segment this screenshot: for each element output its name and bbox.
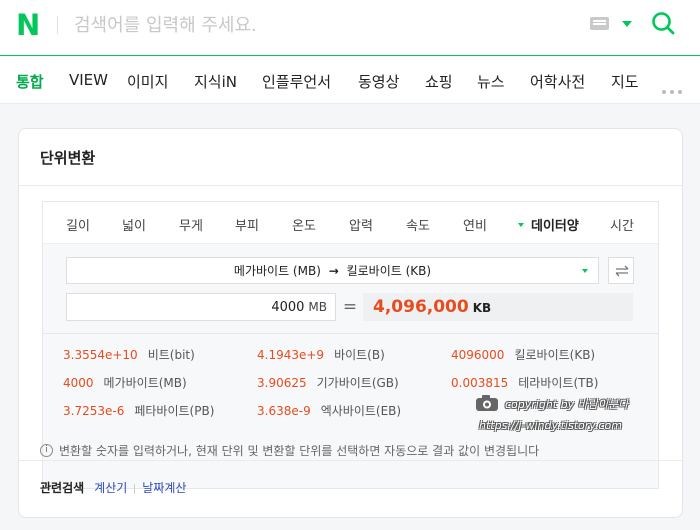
result-item-unit: 페타바이트(PB) — [134, 404, 215, 418]
notice-label: 변환할 숫자를 입력하거나, 현재 단위 및 변환할 단위를 선택하면 자동으로… — [59, 444, 540, 458]
chevron-down-icon[interactable] — [622, 21, 632, 27]
tab-video[interactable]: 동영상 — [358, 71, 399, 92]
result-item: 4.1943e+9 바이트(B) — [257, 346, 385, 363]
category-temperature[interactable]: 온도 — [292, 215, 316, 234]
swap-icon — [615, 265, 629, 277]
tab-shopping[interactable]: 쇼핑 — [425, 71, 453, 92]
search-input[interactable] — [74, 8, 554, 42]
tab-influencer[interactable]: 인플루언서 — [262, 71, 331, 92]
selected-indicator-icon — [518, 222, 524, 227]
divider — [134, 483, 136, 494]
value-input[interactable]: 4000 MB — [66, 293, 336, 321]
divider — [19, 460, 684, 461]
tab-kin[interactable]: 지식iN — [194, 71, 237, 92]
result-item-unit: 엑사바이트(EB) — [320, 404, 402, 418]
result-item: 0.003815 테라바이트(TB) — [451, 374, 598, 391]
watermark-copyright: copyright by 바람이분다 — [505, 398, 629, 411]
notice-text: i 변환할 숫자를 입력하거나, 현재 단위 및 변환할 단위를 선택하면 자동으… — [40, 442, 539, 459]
related-search: 관련검색 계산기 날짜계산 — [40, 479, 186, 496]
result-item: 4000 메가바이트(MB) — [63, 374, 187, 391]
unit-select[interactable]: 메가바이트 (MB) → 킬로바이트 (KB) — [66, 257, 599, 284]
more-icon[interactable] — [662, 79, 686, 98]
divider — [19, 185, 682, 186]
tab-map[interactable]: 지도 — [611, 71, 639, 92]
search-tabs: 통합 VIEW 이미지 지식iN 인플루언서 동영상 쇼핑 뉴스 어학사전 지도 — [0, 57, 700, 104]
result-item-value: 3.90625 — [257, 376, 307, 390]
category-volume[interactable]: 부피 — [235, 215, 259, 234]
related-link-calculator[interactable]: 계산기 — [94, 481, 127, 495]
arrow-right-icon: → — [328, 264, 339, 278]
result-item-unit: 메가바이트(MB) — [103, 376, 187, 390]
tab-dictionary[interactable]: 어학사전 — [530, 71, 585, 92]
category-weight[interactable]: 무게 — [179, 215, 203, 234]
category-fuel[interactable]: 연비 — [463, 215, 487, 234]
result-item: 3.3554e+10 비트(bit) — [63, 346, 195, 363]
category-data[interactable]: 데이터양 — [518, 215, 579, 234]
result-item-value: 3.7253e-6 — [63, 404, 125, 418]
chevron-down-icon — [582, 269, 588, 273]
tab-view[interactable]: VIEW — [69, 71, 108, 89]
result-item-value: 4000 — [63, 376, 94, 390]
category-speed[interactable]: 속도 — [406, 215, 430, 234]
result-item-unit: 비트(bit) — [147, 348, 195, 362]
category-pressure[interactable]: 압력 — [349, 215, 373, 234]
watermark: copyright by 바람이분다 https://j-windy.tisto… — [475, 392, 685, 436]
result-item-value: 3.638e-9 — [257, 404, 311, 418]
search-header: N — [0, 0, 700, 56]
result-item-value: 0.003815 — [451, 376, 509, 390]
divider — [57, 16, 58, 34]
result-item-value: 4.1943e+9 — [257, 348, 325, 362]
equals-sign: = — [342, 297, 358, 317]
tab-all[interactable]: 통합 — [16, 71, 44, 92]
to-unit: 킬로바이트 (KB) — [346, 264, 432, 278]
result-item-unit: 바이트(B) — [334, 348, 385, 362]
related-link-date-calc[interactable]: 날짜계산 — [142, 481, 186, 495]
result-number: 4,096,000 — [373, 297, 469, 317]
info-icon: i — [40, 444, 53, 457]
result-item-unit: 기가바이트(GB) — [316, 376, 399, 390]
card-title: 단위변환 — [40, 149, 96, 167]
search-icon[interactable] — [651, 11, 675, 35]
result-item-value: 3.3554e+10 — [63, 348, 138, 362]
category-tabs: 길이 넓이 무게 부피 온도 압력 속도 연비 데이터양 시간 — [43, 202, 658, 244]
input-value: 4000 — [271, 300, 305, 315]
category-length[interactable]: 길이 — [66, 215, 90, 234]
result-item: 4096000 킬로바이트(KB) — [451, 346, 595, 363]
watermark-url: https://j-windy.tistory.com — [479, 419, 622, 432]
result-unit: KB — [472, 301, 492, 315]
related-label: 관련검색 — [40, 481, 85, 495]
category-area[interactable]: 넓이 — [122, 215, 146, 234]
naver-logo[interactable]: N — [16, 11, 42, 40]
camera-icon — [476, 395, 498, 411]
keyboard-icon[interactable] — [590, 17, 609, 30]
result-value: 4,096,000 KB — [363, 293, 633, 321]
result-item: 3.7253e-6 페타바이트(PB) — [63, 402, 214, 419]
from-unit: 메가바이트 (MB) — [233, 264, 321, 278]
result-item-unit: 테라바이트(TB) — [518, 376, 599, 390]
tab-images[interactable]: 이미지 — [127, 71, 168, 92]
input-unit: MB — [308, 300, 327, 314]
result-item-unit: 킬로바이트(KB) — [514, 348, 596, 362]
category-time[interactable]: 시간 — [610, 215, 634, 234]
result-item: 3.638e-9 엑사바이트(EB) — [257, 402, 401, 419]
result-item: 3.90625 기가바이트(GB) — [257, 374, 399, 391]
tab-news[interactable]: 뉴스 — [477, 71, 505, 92]
category-data-label: 데이터양 — [531, 219, 579, 234]
swap-units-button[interactable] — [608, 257, 634, 284]
result-item-value: 4096000 — [451, 348, 505, 362]
